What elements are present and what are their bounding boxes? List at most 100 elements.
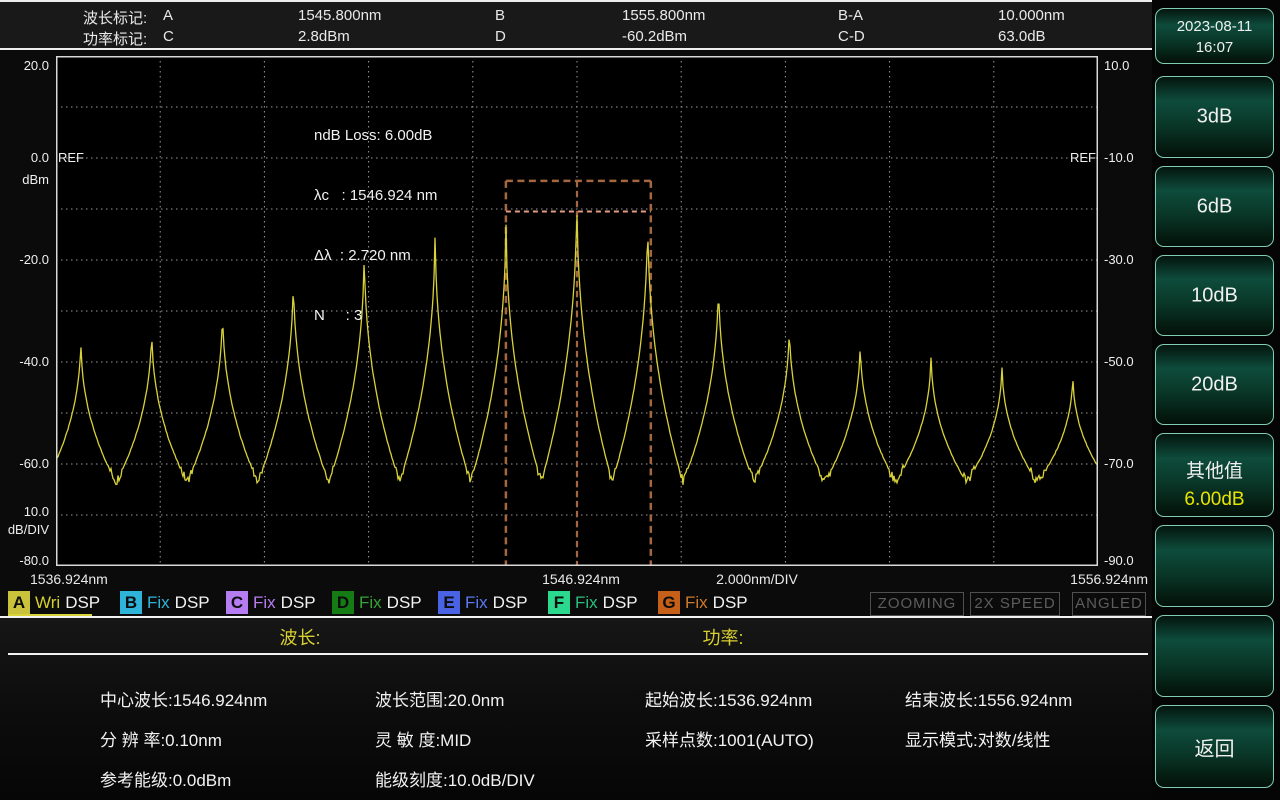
trace-chip-d[interactable]: D Fix DSP	[332, 591, 422, 615]
trace-a-letter: A	[8, 591, 30, 614]
trace-c-letter: C	[226, 591, 248, 614]
y-tick-right: -30.0	[1104, 252, 1134, 267]
x-end-label: 1556.924nm	[1070, 571, 1148, 587]
marker-a-value: 1545.800nm	[298, 7, 382, 24]
trace-b-mode: Fix	[147, 593, 170, 612]
softkey-return[interactable]: 返回	[1155, 705, 1274, 788]
softkey-3db[interactable]: 3dB	[1155, 76, 1274, 158]
y-tick-left: 0.0	[30, 150, 49, 165]
y-axis-left: dBm 10.0 dB/DIV 20.0 0.0 -20.0 -40.0 -60.0 -8…	[0, 56, 52, 568]
softkey-other-value[interactable]: 其他值 6.00dB	[1155, 433, 1274, 517]
trace-e-letter: E	[438, 591, 460, 614]
y-tick-left: -40.0	[19, 354, 49, 369]
y-tick-left: -20.0	[19, 252, 49, 267]
y-scale-value: 10.0	[23, 504, 49, 519]
y-scale-unit: dB/DIV	[7, 522, 49, 537]
marker-cd-value: 63.0dB	[998, 28, 1046, 45]
trace-b-dsp: DSP	[174, 593, 210, 612]
power-marker-label: 功率标记:	[83, 31, 148, 48]
trace-g-mode: Fix	[685, 593, 708, 612]
sampling-points-param: 采样点数:1001(AUTO)	[645, 731, 814, 750]
date-text: 2023-08-11	[1176, 18, 1253, 35]
ref-marker-left: REF	[58, 150, 84, 165]
spectrum-plot	[55, 56, 1099, 566]
y-tick-right: -70.0	[1104, 456, 1134, 471]
angled-indicator: ANGLED	[1072, 592, 1146, 616]
other-value-amount: 6.00dB	[1184, 489, 1245, 510]
level-scale-param: 能级刻度:10.0dB/DIV	[375, 771, 535, 790]
resolution-param: 分 辨 率:0.10nm	[100, 731, 222, 750]
marker-c-key: C	[163, 28, 174, 45]
y-tick-left: 20.0	[23, 58, 49, 73]
softkey-6db[interactable]: 6dB	[1155, 166, 1274, 247]
y-axis-unit: dBm	[22, 172, 49, 187]
y-tick-right: 10.0	[1104, 58, 1130, 73]
marker-ba-key: B-A	[838, 7, 864, 24]
display-mode-param: 显示模式:对数/线性	[905, 731, 1051, 750]
datetime-button[interactable]: 2023-08-11 16:07	[1155, 8, 1274, 64]
x-start-label: 1536.924nm	[30, 571, 108, 587]
ref-marker-right: REF	[1070, 150, 1096, 165]
marker-info-bar: 波长标记: A 1545.800nm B 1555.800nm B-A 10.0…	[0, 0, 1152, 50]
trace-f-letter: F	[548, 591, 570, 614]
reference-level-param: 参考能级:0.0dBm	[100, 771, 232, 790]
softkey-sidebar: 2023-08-11 16:07 3dB 6dB 10dB 20dB 其他值 6…	[1152, 0, 1280, 800]
trace-chip-f[interactable]: F Fix DSP	[548, 591, 638, 615]
sensitivity-param: 灵 敏 度:MID	[375, 731, 472, 750]
trace-chip-c[interactable]: C Fix DSP	[226, 591, 316, 615]
center-wavelength-line: λc : 1546.924 nm	[314, 187, 438, 204]
mode-count-line: N : 3	[314, 307, 363, 324]
softkey-20db[interactable]: 20dB	[1155, 344, 1274, 425]
x-center-label: 1546.924nm	[542, 571, 620, 587]
trace-f-dsp: DSP	[602, 593, 638, 612]
trace-c-mode: Fix	[253, 593, 276, 612]
y-tick-right: -90.0	[1104, 553, 1134, 568]
marker-b-value: 1555.800nm	[622, 7, 706, 24]
trace-d-mode: Fix	[359, 593, 382, 612]
marker-ba-value: 10.000nm	[998, 7, 1065, 24]
trace-chip-b[interactable]: B Fix DSP	[120, 591, 210, 615]
trace-chip-g[interactable]: G Fix DSP	[658, 591, 748, 615]
time-text: 16:07	[1195, 39, 1234, 56]
y-tick-left: -60.0	[19, 456, 49, 471]
y-tick-left: -80.0	[19, 553, 49, 568]
ndb-loss-line: ndB Loss: 6.00dB	[314, 127, 433, 144]
zooming-indicator: ZOOMING	[870, 592, 964, 616]
trace-b-letter: B	[120, 591, 142, 614]
marker-cd-key: C-D	[838, 28, 865, 45]
marker-c-value: 2.8dBm	[298, 28, 350, 45]
trace-a-mode: Wri	[35, 593, 61, 612]
trace-d-letter: D	[332, 591, 354, 614]
2x-speed-indicator: 2X SPEED	[970, 592, 1060, 616]
trace-e-mode: Fix	[465, 593, 488, 612]
ndb-measurement-readout: ndB Loss: 6.00dB λc : 1546.924 nm Δλ : 2…	[314, 86, 437, 366]
trace-e-dsp: DSP	[492, 593, 528, 612]
softkey-blank-2[interactable]	[1155, 615, 1274, 697]
delta-lambda-line: Δλ : 2.720 nm	[314, 247, 411, 264]
stop-wavelength-param: 结束波长:1556.924nm	[905, 691, 1073, 710]
trace-f-mode: Fix	[575, 593, 598, 612]
trace-g-letter: G	[658, 591, 680, 614]
y-tick-right: -10.0	[1104, 150, 1134, 165]
marker-a-key: A	[163, 7, 174, 24]
marker-b-key: B	[495, 7, 506, 24]
trace-chip-a[interactable]: A Wri DSP	[8, 591, 101, 617]
spectrum-chart: REF REF ndB Loss: 6.00dB λc : 1546.924 n…	[55, 56, 1099, 566]
trace-legend-row: A Wri DSP B Fix DSP C Fix DSP D Fix DSP E Fix DSP …	[0, 591, 1152, 617]
section-header-underline	[8, 653, 1148, 655]
other-value-label: 其他值	[1185, 461, 1243, 482]
softkey-blank-1[interactable]	[1155, 525, 1274, 607]
trace-chip-e[interactable]: E Fix DSP	[438, 591, 528, 615]
trace-g-dsp: DSP	[712, 593, 748, 612]
softkey-10db[interactable]: 10dB	[1155, 255, 1274, 336]
marker-d-value: -60.2dBm	[622, 28, 688, 45]
power-section-header: 功率:	[702, 628, 744, 648]
start-wavelength-param: 起始波长:1536.924nm	[645, 691, 813, 710]
trace-a-dsp: DSP	[65, 593, 101, 612]
osa-screen: 波长标记: A 1545.800nm B 1555.800nm B-A 10.0…	[0, 0, 1280, 800]
trace-c-dsp: DSP	[280, 593, 316, 612]
center-wavelength-param: 中心波长:1546.924nm	[100, 691, 268, 710]
trace-d-dsp: DSP	[386, 593, 422, 612]
x-div-label: 2.000nm/DIV	[716, 571, 798, 587]
wavelength-section-header: 波长:	[279, 628, 321, 648]
